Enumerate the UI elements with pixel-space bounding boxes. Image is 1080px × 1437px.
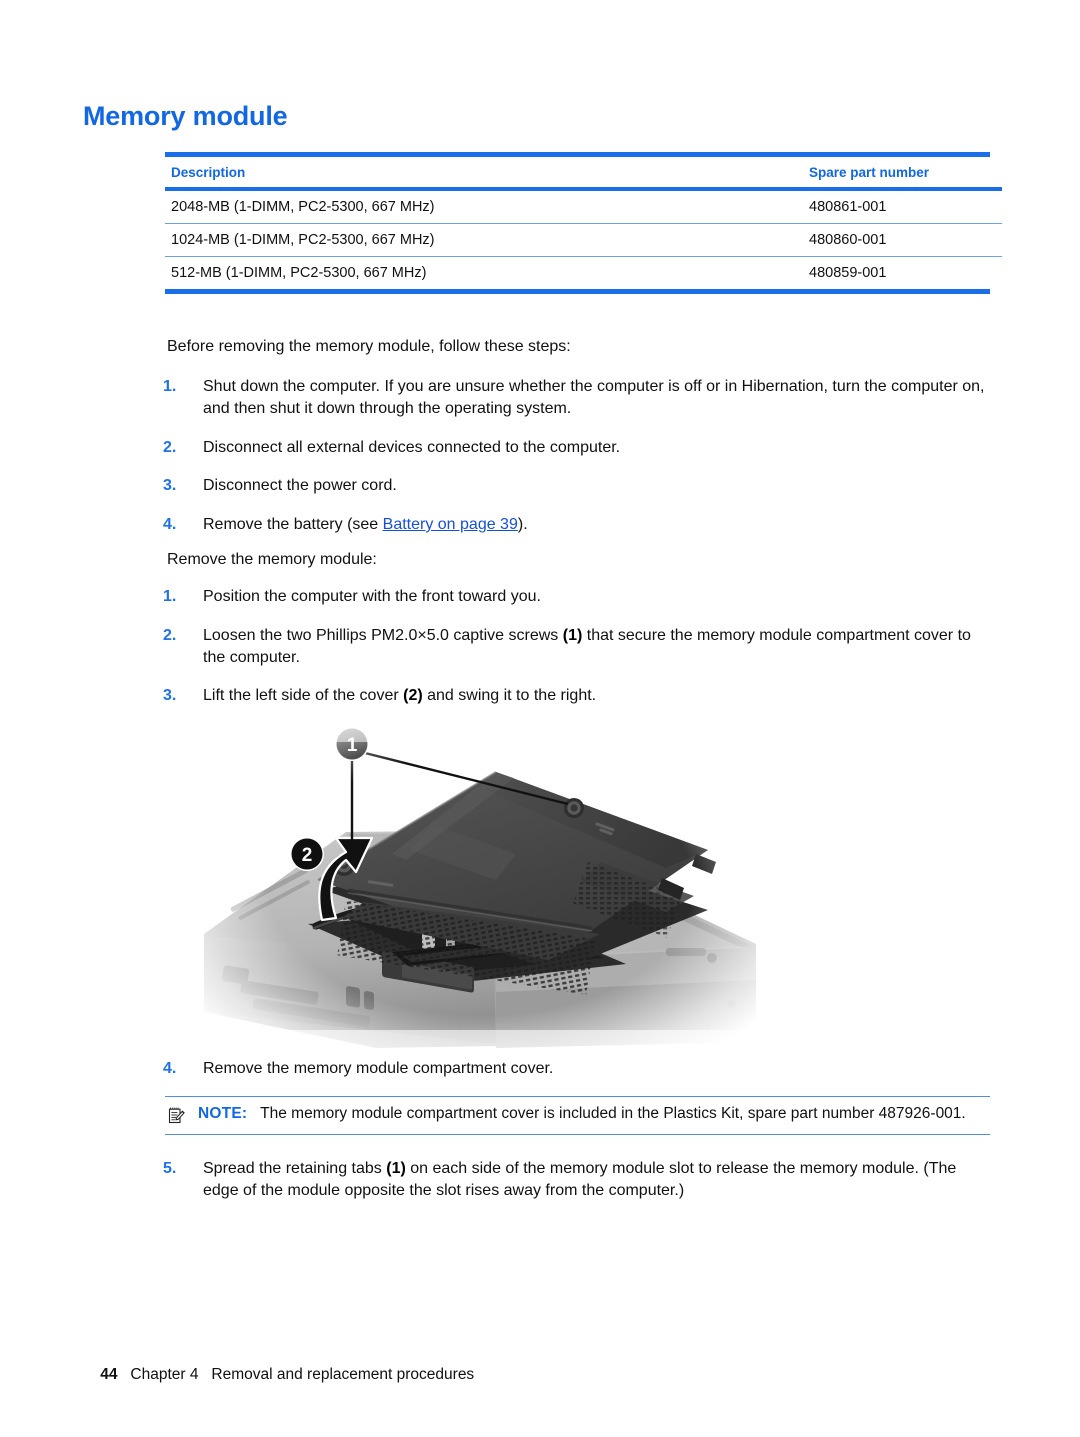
table-row: 2048-MB (1-DIMM, PC2-5300, 667 MHz) 4808…: [165, 189, 1002, 224]
spare-parts-table: Description Spare part number 2048-MB (1…: [165, 152, 1002, 294]
list-item-text: Spread the retaining tabs: [203, 1160, 387, 1177]
list-item-text: Position the computer with the front tow…: [203, 588, 541, 605]
list-item-number: 1.: [163, 588, 177, 605]
before-removing-intro: Before removing the memory module, follo…: [167, 338, 571, 355]
list-item: 5. Spread the retaining tabs (1) on each…: [163, 1158, 993, 1202]
footer-chapter-title: Removal and replacement procedures: [211, 1366, 475, 1383]
list-item-text: Disconnect all external devices connecte…: [203, 438, 621, 456]
before-removing-steps: 1. Shut down the computer. If you are un…: [163, 376, 993, 536]
list-item-text-cont: and swing it to the right.: [422, 687, 597, 705]
callout-2: 2: [290, 837, 324, 871]
list-item-number: 2.: [163, 438, 177, 456]
remove-module-steps: 1. Position the computer with the front …: [163, 586, 993, 707]
page-footer: 44 Chapter 4 Removal and replacement pro…: [83, 1348, 474, 1402]
cell-description: 1024-MB (1-DIMM, PC2-5300, 667 MHz): [165, 223, 803, 257]
remove-module-intro: Remove the memory module:: [167, 551, 377, 568]
column-header-description: Description: [165, 157, 803, 191]
table-row: 1024-MB (1-DIMM, PC2-5300, 667 MHz) 4808…: [165, 223, 1002, 257]
list-item: 4. Remove the battery (see Battery on pa…: [163, 514, 993, 536]
document-page: Memory module Description Spare part num…: [0, 0, 1080, 1437]
list-item-text: Remove the memory module compartment cov…: [203, 1060, 554, 1077]
retaining-tabs-step: 5. Spread the retaining tabs (1) on each…: [163, 1158, 993, 1202]
note-label: NOTE:: [198, 1105, 248, 1122]
list-item-text: Disconnect the power cord.: [203, 477, 397, 495]
list-item: 1. Position the computer with the front …: [163, 586, 993, 608]
list-item-text-after-link: ).: [517, 516, 528, 533]
memory-module-cover-illustration: 1 2: [196, 712, 766, 1060]
list-item-number: 3.: [163, 477, 177, 495]
list-item-number: 3.: [163, 687, 177, 705]
note-text: The memory module compartment cover is i…: [260, 1105, 966, 1122]
cell-part-number: 480861-001: [803, 189, 1002, 224]
list-item-text: Loosen the two Phillips PM2.0×5.0 captiv…: [203, 626, 563, 644]
note-pencil-icon: [167, 1106, 186, 1125]
list-item: 3. Disconnect the power cord.: [163, 475, 993, 497]
list-item-number: 1.: [163, 378, 177, 395]
cell-description: 2048-MB (1-DIMM, PC2-5300, 667 MHz): [165, 189, 803, 224]
battery-cross-reference-link[interactable]: Battery on page 39: [383, 516, 518, 533]
list-item: 1. Shut down the computer. If you are un…: [163, 376, 993, 420]
callout-2-label: 2: [302, 845, 313, 866]
page-title: Memory module: [83, 101, 288, 131]
note-block: NOTE: The memory module compartment cove…: [165, 1096, 990, 1135]
cell-part-number: 480859-001: [809, 265, 887, 281]
cell-description: 512-MB (1-DIMM, PC2-5300, 667 MHz): [171, 265, 427, 281]
list-item-number: 4.: [163, 516, 177, 533]
callout-reference: (2): [403, 687, 423, 705]
list-item-number: 5.: [163, 1160, 177, 1177]
list-item: 2. Loosen the two Phillips PM2.0×5.0 cap…: [163, 625, 993, 669]
list-item: 3. Lift the left side of the cover (2) a…: [163, 685, 993, 707]
list-item: 2. Disconnect all external devices conne…: [163, 437, 993, 459]
footer-page-number: 44: [100, 1366, 118, 1383]
list-item-number: 2.: [163, 626, 177, 644]
table-header-row: Description Spare part number: [165, 157, 1002, 191]
footer-chapter: Chapter 4: [130, 1366, 199, 1383]
table-row: 512-MB (1-DIMM, PC2-5300, 667 MHz) 48085…: [165, 257, 1002, 290]
callout-reference: (1): [386, 1160, 406, 1177]
cell-part-number: 480860-001: [803, 223, 1002, 257]
note-body: NOTE: The memory module compartment cove…: [165, 1104, 990, 1125]
remove-cover-step: 4. Remove the memory module compartment …: [163, 1058, 993, 1080]
list-item-text: Shut down the computer. If you are unsur…: [203, 378, 985, 417]
list-item-text: Lift the left side of the cover: [203, 687, 404, 705]
list-item-number: 4.: [163, 1060, 177, 1077]
list-item: 4. Remove the memory module compartment …: [163, 1058, 993, 1080]
callout-reference: (1): [562, 626, 583, 644]
list-item-text-before-link: Remove the battery (see: [203, 516, 383, 533]
column-header-spare-part-number: Spare part number: [803, 157, 1002, 191]
